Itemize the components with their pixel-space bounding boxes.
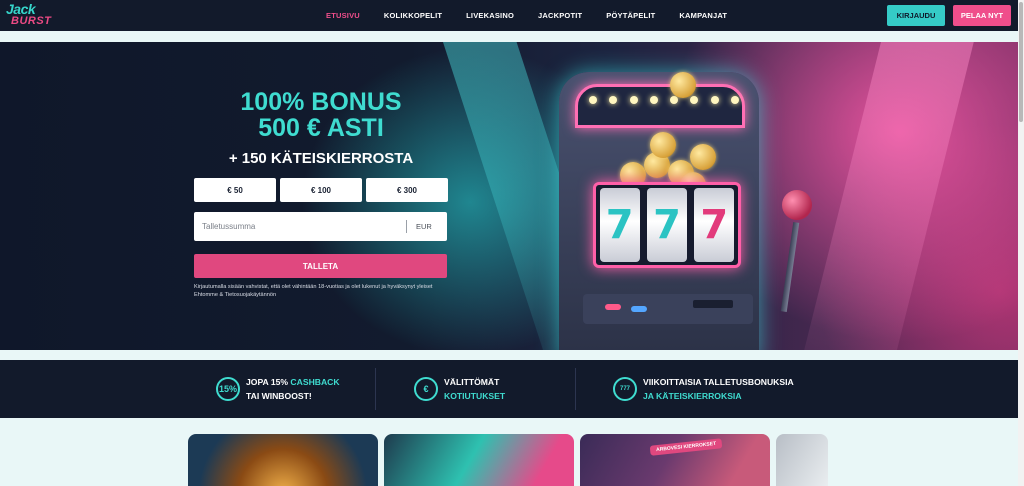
reel-2: 7 — [646, 188, 687, 262]
feature-cashback: 15% JOPA 15% CASHBACK TAI WINBOOST! — [216, 360, 340, 418]
amount-300-button[interactable]: € 300 — [366, 178, 448, 202]
feature-line-2-highlight: JA KÄTEISKIERROKSIA — [643, 391, 742, 401]
play-now-button[interactable]: PELAA NYT — [953, 5, 1011, 26]
nav-item-etusivu[interactable]: ETUSIVU — [326, 11, 360, 20]
bonus-subtitle: + 150 KÄTEISKIERROSTA — [228, 150, 414, 167]
deposit-amount-field: EUR — [194, 212, 447, 241]
main-nav: ETUSIVU KOLIKKOPELIT LIVEKASINO JACKPOTI… — [326, 0, 751, 31]
feature-line-2: TAI WINBOOST! — [246, 391, 312, 401]
features-strip: 15% JOPA 15% CASHBACK TAI WINBOOST! € VÄ… — [0, 360, 1018, 418]
feature-cashback-text: JOPA 15% CASHBACK TAI WINBOOST! — [246, 375, 340, 403]
feature-line-1: JOPA 15% — [246, 377, 291, 387]
terms-notice: Kirjautumalla sisään vahvistat, että ole… — [194, 284, 433, 298]
field-divider — [406, 220, 407, 233]
logo-line-1: Jack — [6, 1, 36, 17]
feature-weekly-bonus: 777 VIIKOITTAISIA TALLETUSBONUKSIA JA KÄ… — [613, 360, 794, 418]
jackburst-logo[interactable]: Jack BURST — [6, 1, 60, 29]
slot-control-panel — [583, 294, 753, 324]
feature-line-1: VIIKOITTAISIA TALLETUSBONUKSIA — [643, 377, 794, 387]
slot-lever — [780, 222, 800, 312]
amount-100-button[interactable]: € 100 — [280, 178, 362, 202]
instant-withdrawal-icon: € — [414, 377, 438, 401]
slot-machine-illustration: 7 7 7 — [525, 62, 825, 350]
deposit-button[interactable]: TALLETA — [194, 254, 447, 278]
promo-badge: ARBOVESI KIERROKSET — [649, 438, 723, 456]
nav-item-kampanjat[interactable]: KAMPANJAT — [679, 11, 727, 20]
login-button[interactable]: KIRJAUDU — [887, 5, 945, 26]
page-scrollbar[interactable] — [1018, 0, 1024, 486]
slot-lever-knob — [782, 190, 812, 220]
bonus-title-line-2: 500 € ASTI — [258, 114, 384, 142]
nav-item-kolikkopelit[interactable]: KOLIKKOPELIT — [384, 11, 442, 20]
hero-banner: 100% BONUS 500 € ASTI + 150 KÄTEISKIERRO… — [0, 42, 1018, 350]
coin-slot — [693, 300, 733, 308]
promo-card-games[interactable] — [384, 434, 574, 486]
reel-window: 7 7 7 — [593, 182, 741, 268]
promo-card-bonus-spins[interactable]: ARBOVESI KIERROKSET — [580, 434, 770, 486]
reel-1: 7 — [599, 188, 640, 262]
slot-machine-top — [575, 84, 745, 128]
feature-divider — [375, 368, 376, 410]
scrollbar-thumb[interactable] — [1019, 2, 1023, 122]
cashback-icon: 15% — [216, 377, 240, 401]
feature-line-2-highlight: KOTIUTUKSET — [444, 391, 506, 401]
amount-50-button[interactable]: € 50 — [194, 178, 276, 202]
feature-withdrawals: € VÄLITTÖMÄT KOTIUTUKSET — [414, 360, 505, 418]
slot-lights — [589, 96, 739, 104]
reel-3: 7 — [694, 188, 735, 262]
slot-777-icon: 777 — [613, 377, 637, 401]
promo-card-wheel[interactable] — [188, 434, 378, 486]
logo-line-2: BURST — [11, 15, 52, 27]
feature-line-1-highlight: CASHBACK — [290, 377, 340, 387]
currency-label: EUR — [416, 222, 432, 231]
bonus-title-line-1: 100% BONUS — [240, 88, 402, 116]
nav-item-poytapelit[interactable]: PÖYTÄPELIT — [606, 11, 655, 20]
slot-red-button — [605, 304, 621, 310]
nav-item-livekasino[interactable]: LIVEKASINO — [466, 11, 514, 20]
feature-divider — [575, 368, 576, 410]
feature-weekly-bonus-text: VIIKOITTAISIA TALLETUSBONUKSIA JA KÄTEIS… — [643, 375, 794, 403]
slot-blue-button — [631, 306, 647, 312]
deposit-amount-input[interactable] — [194, 212, 399, 241]
feature-line-1: VÄLITTÖMÄT — [444, 377, 500, 387]
promo-card-partial[interactable] — [776, 434, 828, 486]
nav-item-jackpotit[interactable]: JACKPOTIT — [538, 11, 582, 20]
bonus-title: 100% BONUS 500 € ASTI — [196, 89, 446, 141]
top-navigation-bar: Jack BURST ETUSIVU KOLIKKOPELIT LIVEKASI… — [0, 0, 1018, 31]
feature-withdrawals-text: VÄLITTÖMÄT KOTIUTUKSET — [444, 375, 505, 403]
